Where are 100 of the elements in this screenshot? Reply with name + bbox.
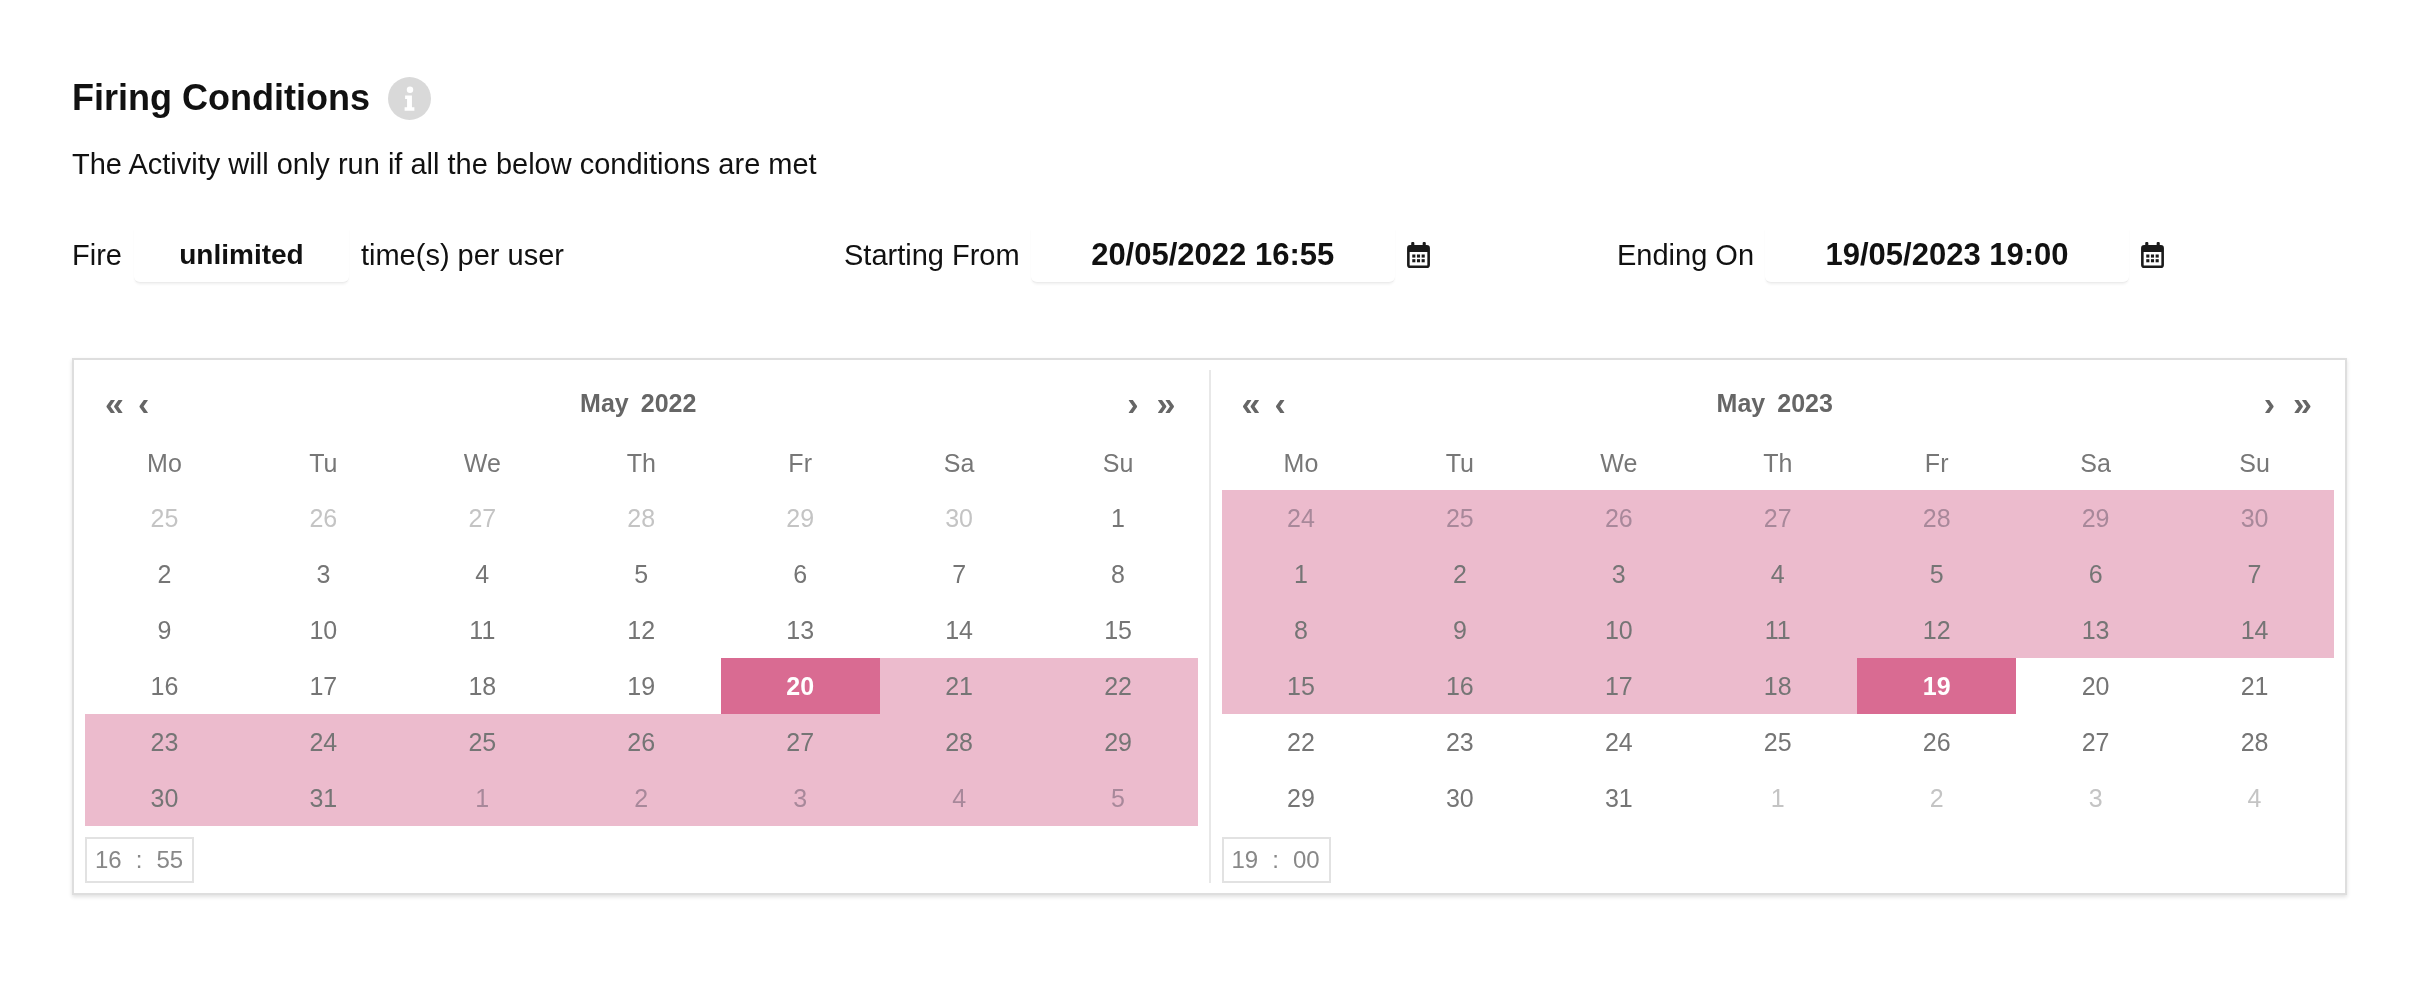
day-cell[interactable]: 26 xyxy=(243,490,403,546)
time-field[interactable]: 19 : 00 xyxy=(1221,837,1331,883)
year-button[interactable]: 2023 xyxy=(1777,390,1833,416)
day-cell[interactable]: 14 xyxy=(2175,602,2334,658)
day-cell[interactable]: 15 xyxy=(1038,602,1198,658)
next-year-button[interactable]: » xyxy=(1156,386,1176,420)
day-cell[interactable]: 17 xyxy=(1539,658,1699,714)
day-cell[interactable]: 8 xyxy=(1221,602,1381,658)
calendar-icon[interactable] xyxy=(1406,242,1430,268)
day-cell[interactable]: 5 xyxy=(561,546,721,602)
next-year-button[interactable]: » xyxy=(2293,386,2312,420)
day-cell[interactable]: 1 xyxy=(402,770,562,826)
day-cell[interactable]: 6 xyxy=(720,546,880,602)
next-month-button[interactable]: › xyxy=(2263,386,2276,420)
day-cell[interactable]: 18 xyxy=(402,658,562,714)
day-cell[interactable]: 30 xyxy=(1380,770,1540,826)
date-field[interactable]: 20/05/2022 16:55 xyxy=(1030,227,1395,283)
day-cell[interactable]: 20 xyxy=(2016,658,2176,714)
day-cell[interactable]: 26 xyxy=(561,714,721,770)
calendar-icon[interactable] xyxy=(2141,242,2165,268)
month-button[interactable]: May xyxy=(1716,390,1766,416)
day-cell[interactable]: 27 xyxy=(1698,490,1858,546)
day-cell[interactable]: 2 xyxy=(85,546,244,602)
day-cell[interactable]: 5 xyxy=(1857,546,2017,602)
day-cell[interactable]: 27 xyxy=(2016,714,2176,770)
day-cell[interactable]: 29 xyxy=(1221,770,1381,826)
day-cell[interactable]: 13 xyxy=(720,602,880,658)
day-cell[interactable]: 23 xyxy=(85,714,244,770)
day-cell[interactable]: 28 xyxy=(2175,714,2334,770)
day-cell[interactable]: 30 xyxy=(2175,490,2334,546)
day-cell[interactable]: 22 xyxy=(1221,714,1381,770)
day-cell[interactable]: 22 xyxy=(1038,658,1198,714)
day-cell[interactable]: 25 xyxy=(85,490,244,546)
date-field[interactable]: 19/05/2023 19:00 xyxy=(1765,227,2130,283)
day-cell[interactable]: 1 xyxy=(1038,490,1198,546)
day-cell[interactable]: 3 xyxy=(2016,770,2176,826)
day-cell[interactable]: 28 xyxy=(561,490,721,546)
day-cell[interactable]: 2 xyxy=(561,770,721,826)
day-cell[interactable]: 4 xyxy=(1698,546,1858,602)
day-cell[interactable]: 23 xyxy=(1380,714,1540,770)
day-cell[interactable]: 2 xyxy=(1380,546,1540,602)
day-cell[interactable]: 4 xyxy=(402,546,562,602)
day-cell[interactable]: 24 xyxy=(1539,714,1699,770)
day-cell[interactable]: 7 xyxy=(2175,546,2334,602)
day-cell[interactable]: 27 xyxy=(402,490,562,546)
day-cell[interactable]: 19 xyxy=(561,658,721,714)
previous-month-button[interactable]: ‹ xyxy=(137,386,150,420)
day-cell[interactable]: 16 xyxy=(1380,658,1540,714)
day-cell[interactable]: 31 xyxy=(243,770,403,826)
day-cell[interactable]: 11 xyxy=(1698,602,1858,658)
day-cell[interactable]: 9 xyxy=(1380,602,1540,658)
limit-field[interactable]: unlimited xyxy=(133,227,349,283)
day-cell[interactable]: 8 xyxy=(1038,546,1198,602)
day-cell[interactable]: 25 xyxy=(402,714,562,770)
day-cell[interactable]: 29 xyxy=(720,490,880,546)
day-cell[interactable]: 29 xyxy=(2016,490,2176,546)
day-cell[interactable]: 5 xyxy=(1038,770,1198,826)
day-cell[interactable]: 29 xyxy=(1038,714,1198,770)
month-button[interactable]: May xyxy=(580,390,629,416)
day-cell[interactable]: 16 xyxy=(85,658,244,714)
day-cell[interactable]: 6 xyxy=(2016,546,2176,602)
day-cell[interactable]: 26 xyxy=(1857,714,2017,770)
day-cell[interactable]: 19 xyxy=(1857,658,2017,714)
day-cell[interactable]: 12 xyxy=(1857,602,2017,658)
day-cell[interactable]: 25 xyxy=(1380,490,1540,546)
day-cell[interactable]: 1 xyxy=(1698,770,1858,826)
day-cell[interactable]: 21 xyxy=(879,658,1039,714)
day-cell[interactable]: 24 xyxy=(243,714,403,770)
day-cell[interactable]: 4 xyxy=(879,770,1039,826)
day-cell[interactable]: 11 xyxy=(402,602,562,658)
day-cell[interactable]: 31 xyxy=(1539,770,1699,826)
day-cell[interactable]: 4 xyxy=(2175,770,2334,826)
next-month-button[interactable]: › xyxy=(1127,386,1139,420)
day-cell[interactable]: 1 xyxy=(1221,546,1381,602)
day-cell[interactable]: 18 xyxy=(1698,658,1858,714)
day-cell[interactable]: 2 xyxy=(1857,770,2017,826)
day-cell[interactable]: 3 xyxy=(243,546,403,602)
year-button[interactable]: 2022 xyxy=(640,390,697,416)
time-field[interactable]: 16 : 55 xyxy=(85,837,194,883)
previous-year-button[interactable]: « xyxy=(1241,386,1261,420)
day-cell[interactable]: 9 xyxy=(85,602,244,658)
day-cell[interactable]: 15 xyxy=(1221,658,1381,714)
day-cell[interactable]: 30 xyxy=(85,770,244,826)
day-cell[interactable]: 13 xyxy=(2016,602,2176,658)
day-cell[interactable]: 27 xyxy=(720,714,880,770)
previous-year-button[interactable]: « xyxy=(105,386,124,420)
day-cell[interactable]: 3 xyxy=(720,770,880,826)
day-cell[interactable]: 10 xyxy=(243,602,403,658)
day-cell[interactable]: 25 xyxy=(1698,714,1858,770)
day-cell[interactable]: 7 xyxy=(879,546,1039,602)
day-cell[interactable]: 12 xyxy=(561,602,721,658)
day-cell[interactable]: 24 xyxy=(1221,490,1381,546)
day-cell[interactable]: 26 xyxy=(1539,490,1699,546)
previous-month-button[interactable]: ‹ xyxy=(1274,386,1286,420)
day-cell[interactable]: 17 xyxy=(243,658,403,714)
day-cell[interactable]: 30 xyxy=(879,490,1039,546)
day-cell[interactable]: 28 xyxy=(879,714,1039,770)
day-cell[interactable]: 28 xyxy=(1857,490,2017,546)
day-cell[interactable]: 10 xyxy=(1539,602,1699,658)
day-cell[interactable]: 21 xyxy=(2175,658,2334,714)
